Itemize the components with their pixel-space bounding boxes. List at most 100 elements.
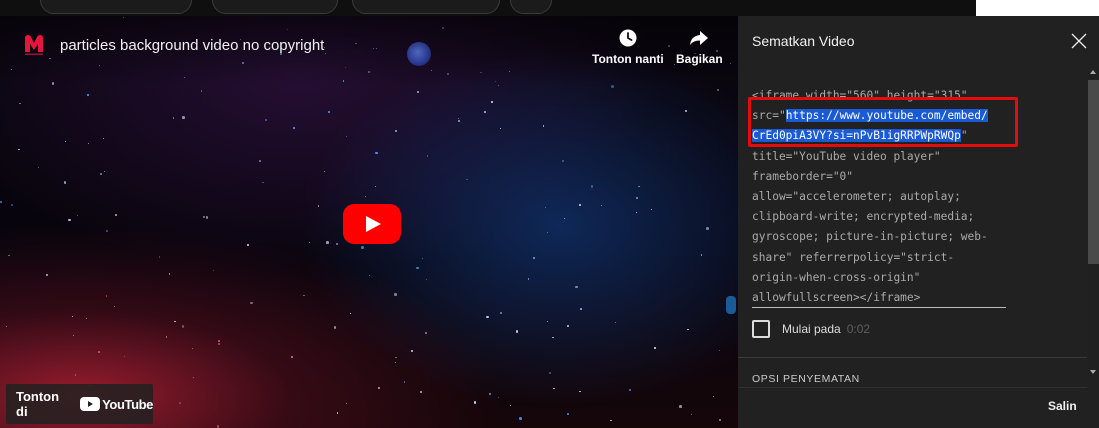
filter-chip[interactable] <box>510 0 552 14</box>
particle <box>68 218 71 222</box>
code-line: clipboard-write; encrypted-media; <box>752 207 1006 227</box>
particle <box>6 326 8 328</box>
divider <box>738 357 1087 358</box>
divider <box>738 387 1087 388</box>
start-at-row: Mulai pada 0:02 <box>752 320 870 338</box>
video-player[interactable]: particles background video no copyright … <box>0 16 738 428</box>
particle <box>72 315 74 318</box>
particle <box>527 278 530 280</box>
particle <box>202 216 205 219</box>
particle <box>0 200 2 203</box>
scrollbar-thumb[interactable] <box>1088 80 1099 264</box>
watch-later-label: Tonton nanti <box>592 52 664 66</box>
particle <box>172 116 175 119</box>
page-background <box>976 0 1099 16</box>
scroll-down-icon[interactable] <box>1090 370 1096 374</box>
code-text: frameborder="0" <box>752 169 854 183</box>
particle <box>291 356 293 359</box>
code-line: origin-when-cross-origin" <box>752 268 1006 288</box>
particle <box>104 170 106 172</box>
particle <box>566 325 569 328</box>
particle <box>712 396 714 398</box>
watch-on-youtube-button[interactable]: Tonton di YouTube <box>6 384 153 424</box>
particle <box>326 241 329 244</box>
copy-button[interactable]: Salin <box>1048 399 1077 413</box>
particle <box>687 328 689 330</box>
particle <box>473 401 477 404</box>
code-text: clipboard-write; encrypted-media; <box>752 210 975 224</box>
particle <box>317 204 320 207</box>
particle <box>498 397 500 399</box>
particle <box>719 349 721 352</box>
particle <box>323 170 325 172</box>
particle <box>486 315 490 319</box>
particle <box>553 387 556 390</box>
particle <box>87 93 90 96</box>
clock-icon <box>619 29 637 47</box>
close-icon[interactable] <box>1070 32 1088 50</box>
code-text: title="YouTube video player" <box>752 149 941 163</box>
embed-options-heading: OPSI PENYEMATAN <box>752 373 860 385</box>
particle <box>466 178 469 181</box>
particle <box>546 320 549 323</box>
filter-chip[interactable] <box>212 0 338 14</box>
particle <box>614 322 616 324</box>
particle <box>213 269 215 272</box>
particle <box>375 151 378 155</box>
particle <box>411 350 414 352</box>
code-text: share" referrerpolicy="strict- <box>752 250 955 264</box>
particle <box>609 419 612 422</box>
particle <box>510 405 512 407</box>
code-line: title="YouTube video player" <box>752 147 1006 167</box>
particle <box>174 320 176 323</box>
particle <box>364 195 366 198</box>
particle <box>368 275 371 277</box>
particle <box>579 391 581 393</box>
particle <box>426 279 428 281</box>
watch-later-button[interactable]: Tonton nanti <box>592 28 664 66</box>
particle <box>544 206 546 208</box>
particle <box>638 185 640 187</box>
particle <box>335 242 338 245</box>
particle <box>182 115 186 119</box>
particle <box>103 137 105 139</box>
particle <box>542 125 545 128</box>
particle <box>679 405 682 409</box>
particle <box>546 232 549 234</box>
particle <box>419 390 423 394</box>
filter-chip[interactable] <box>40 0 192 14</box>
scroll-up-icon[interactable] <box>1090 70 1096 74</box>
particle <box>88 143 90 145</box>
particle <box>265 118 267 121</box>
particle <box>63 181 67 184</box>
particle <box>375 185 377 187</box>
particle <box>601 204 603 206</box>
particle <box>192 347 194 349</box>
particle <box>564 218 566 220</box>
start-at-time-input[interactable]: 0:02 <box>847 322 870 336</box>
start-at-checkbox[interactable] <box>752 320 770 338</box>
particle <box>654 346 657 349</box>
particle <box>350 313 352 315</box>
share-button[interactable]: Bagikan <box>676 28 723 66</box>
particle <box>562 159 564 162</box>
background-page-strip <box>0 0 1099 16</box>
particle <box>64 141 67 143</box>
particle <box>217 342 220 345</box>
filter-chip[interactable] <box>352 0 500 14</box>
particle <box>488 392 492 396</box>
particle <box>519 417 522 420</box>
particle <box>650 208 652 211</box>
code-line: allowfullscreen></iframe> <box>752 288 1006 308</box>
particle <box>515 329 519 333</box>
channel-logo-icon[interactable] <box>24 34 44 56</box>
play-button[interactable] <box>343 204 401 244</box>
particle <box>403 380 406 383</box>
particle <box>113 305 115 307</box>
particle <box>115 213 118 216</box>
share-label: Bagikan <box>676 52 723 66</box>
video-title[interactable]: particles background video no copyright <box>60 37 324 54</box>
particle <box>499 127 501 130</box>
particle <box>333 326 337 329</box>
particle <box>635 211 637 214</box>
